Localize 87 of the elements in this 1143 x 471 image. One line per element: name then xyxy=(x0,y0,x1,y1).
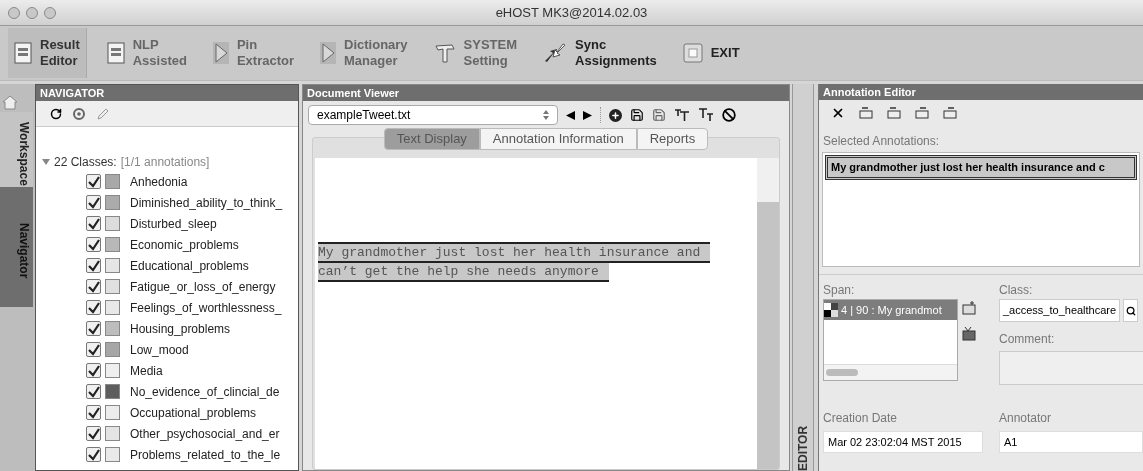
class-label[interactable]: Other_psychosocial_and_er xyxy=(130,424,280,443)
checkbox[interactable] xyxy=(86,300,101,315)
next-icon[interactable] xyxy=(583,110,592,120)
highlighted-text: can’t get the help she needs anymore xyxy=(318,263,609,280)
section-label: Selected Annotations: xyxy=(822,133,941,150)
class-label[interactable]: Problems_related_to_the_le xyxy=(130,445,281,464)
panel-header: Document Viewer xyxy=(303,85,789,101)
span-edit-icon[interactable] xyxy=(887,107,901,119)
field-label: Creation Date xyxy=(823,410,899,427)
window-control-icon[interactable] xyxy=(8,6,20,19)
save-as-icon[interactable] xyxy=(652,108,666,122)
class-field[interactable]: _access_to_healthcare xyxy=(999,299,1121,322)
editor-side-tab[interactable]: EDITOR xyxy=(792,84,814,471)
save-icon[interactable] xyxy=(630,108,644,122)
span-edit-icon[interactable] xyxy=(859,107,873,119)
checkbox[interactable] xyxy=(86,258,101,273)
font-size-increase-icon[interactable] xyxy=(674,108,690,122)
class-label[interactable]: Media xyxy=(130,361,163,380)
checkbox[interactable] xyxy=(86,279,101,294)
span-edit-icon[interactable] xyxy=(943,107,957,119)
refresh-icon[interactable] xyxy=(50,107,62,120)
font-size-decrease-icon[interactable] xyxy=(698,108,714,122)
class-label[interactable]: Feelings_of_worthlessness_ xyxy=(130,298,282,317)
search-icon[interactable] xyxy=(1125,305,1136,316)
class-label[interactable]: Housing_problems xyxy=(130,319,231,338)
window-control-icon[interactable] xyxy=(44,6,56,19)
up-down-arrows-icon xyxy=(543,110,549,120)
checkbox[interactable] xyxy=(86,195,101,210)
annotator-field[interactable]: A1 xyxy=(999,431,1143,453)
expand-triangle-icon[interactable] xyxy=(42,158,50,166)
class-label[interactable]: Educational_problems xyxy=(130,256,249,275)
clear-icon[interactable] xyxy=(722,108,736,122)
field-label: Annotator xyxy=(999,410,1053,427)
toolbar-button[interactable]: Result Editor xyxy=(8,28,87,78)
tab[interactable]: Annotation Information xyxy=(479,128,637,150)
checkbox[interactable] xyxy=(86,174,101,189)
previous-icon[interactable] xyxy=(566,110,575,120)
add-span-icon[interactable] xyxy=(962,301,976,315)
document-icon xyxy=(106,42,125,64)
field-label: Span: xyxy=(823,282,856,299)
class-label[interactable]: Fatigue_or_loss_of_energy xyxy=(130,277,276,296)
class-label[interactable]: Occupational_problems xyxy=(130,403,257,422)
selected-annotation[interactable]: My grandmother just lost her health insurance and c xyxy=(825,155,1137,180)
add-icon[interactable] xyxy=(609,108,622,122)
panel-header: Annotation Editor xyxy=(819,84,1143,100)
field-label: Class: xyxy=(999,282,1034,299)
checkbox[interactable] xyxy=(86,447,101,462)
checkbox[interactable] xyxy=(86,426,101,441)
window-title: eHOST MK3@2014.02.03 xyxy=(495,3,648,22)
class-label[interactable]: Anhedonia xyxy=(130,172,188,191)
scrollbar-thumb[interactable] xyxy=(757,202,779,469)
side-tab[interactable]: Navigator xyxy=(0,187,33,307)
checkbox[interactable] xyxy=(86,342,101,357)
span-item[interactable]: 4 | 90 : My grandmot xyxy=(824,300,957,320)
annotation-count: [1/1 annotations] xyxy=(120,154,210,171)
play-icon xyxy=(320,42,336,64)
class-label[interactable]: Economic_problems xyxy=(130,235,239,254)
comment-field[interactable] xyxy=(999,351,1143,385)
toolbar-button[interactable]: SYSTEM Setting xyxy=(427,28,524,78)
checkbox[interactable] xyxy=(86,216,101,231)
checkbox[interactable] xyxy=(86,384,101,399)
side-tab[interactable]: Workspace xyxy=(0,112,33,187)
class-label[interactable]: Low_mood xyxy=(130,340,189,359)
window-control-icon[interactable] xyxy=(26,6,38,19)
class-label[interactable]: No_evidence_of_clincial_de xyxy=(130,382,280,401)
stop-icon xyxy=(682,43,703,63)
field-label: Comment: xyxy=(999,331,1056,348)
checkbox[interactable] xyxy=(86,321,101,336)
class-label[interactable]: Disturbed_sleep xyxy=(130,214,217,233)
delete-icon[interactable] xyxy=(831,106,845,120)
toolbar-button[interactable]: Sync Assignments xyxy=(537,28,663,78)
class-label[interactable]: Diminished_ability_to_think_ xyxy=(130,193,283,212)
creation-date-field[interactable]: Mar 02 23:02:04 MST 2015 xyxy=(823,431,983,453)
tree-root-label: 22 Classes: xyxy=(54,154,117,171)
highlighted-text: My grandmother just lost her health insurance and xyxy=(318,244,711,261)
play-icon xyxy=(212,42,229,64)
toolbar-button[interactable]: EXIT xyxy=(676,28,746,78)
checkbox[interactable] xyxy=(86,363,101,378)
panel-header: NAVIGATOR xyxy=(36,85,298,101)
span-edit-icon[interactable] xyxy=(915,107,929,119)
scrollbar-thumb[interactable] xyxy=(826,369,858,376)
checkbox[interactable] xyxy=(86,405,101,420)
home-icon xyxy=(2,94,18,110)
checkbox[interactable] xyxy=(86,237,101,252)
document-icon xyxy=(14,42,32,64)
file-dropdown[interactable]: exampleTweet.txt xyxy=(308,105,558,125)
tab[interactable]: Reports xyxy=(636,128,709,150)
